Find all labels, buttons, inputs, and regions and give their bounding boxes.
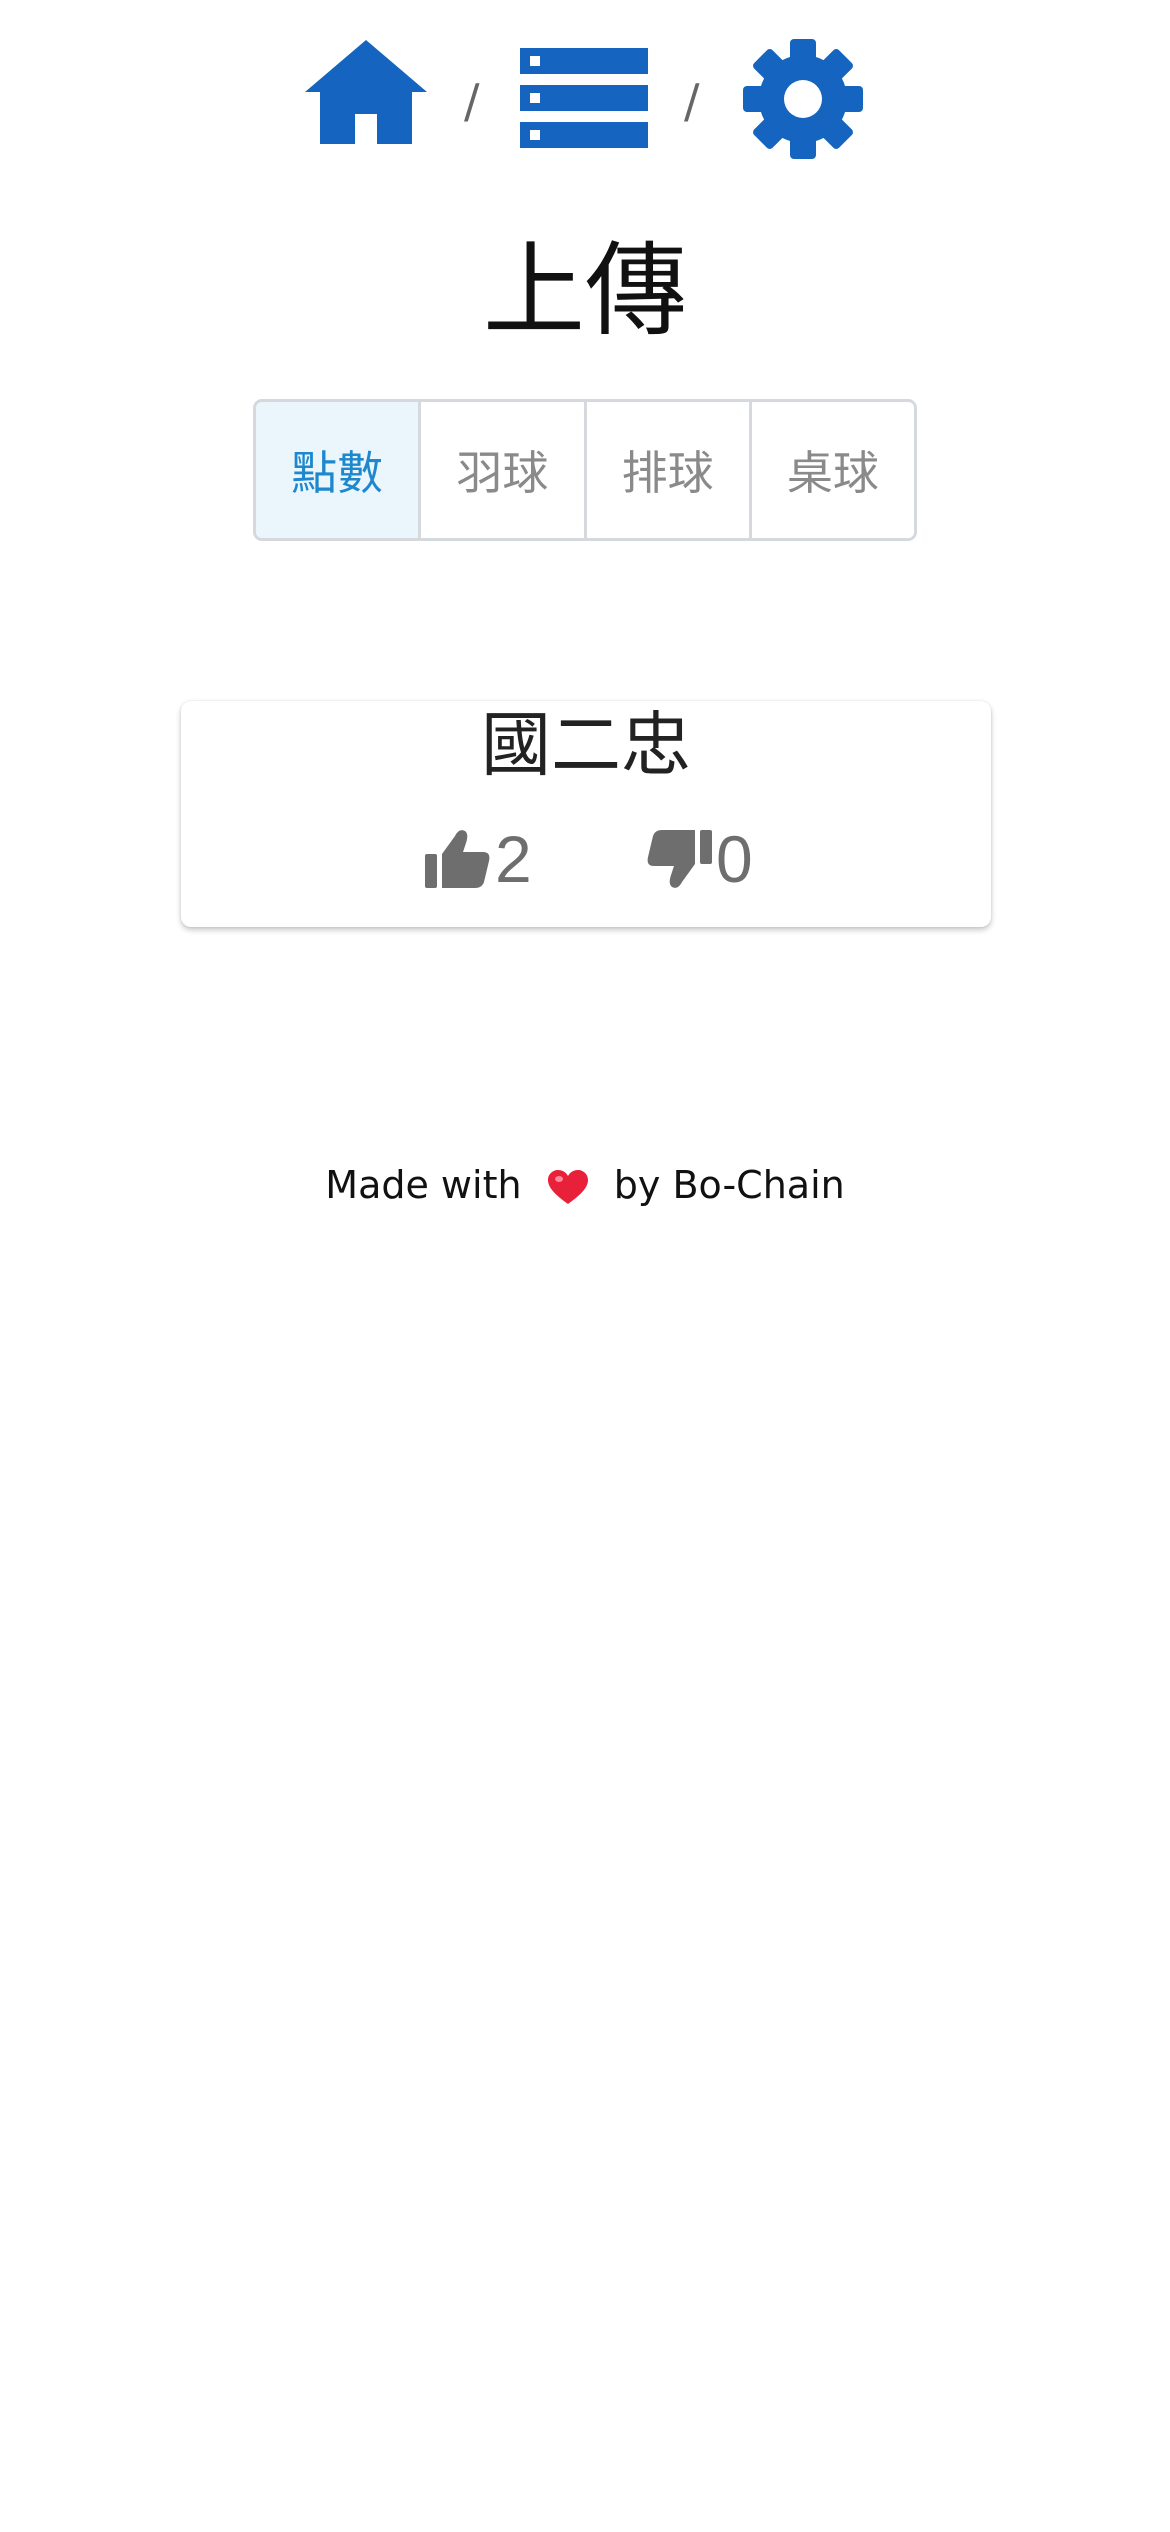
tab-badminton[interactable]: 羽球 xyxy=(421,402,587,538)
gear-icon[interactable] xyxy=(742,38,864,160)
list-icon[interactable] xyxy=(520,48,648,148)
heart-icon xyxy=(547,1169,588,1204)
footer-suffix: by Bo-Chain xyxy=(613,1163,845,1207)
top-nav: / / xyxy=(0,38,1170,162)
tab-points[interactable]: 點數 xyxy=(256,402,422,538)
thumbs-up-icon xyxy=(425,830,490,888)
footer: Made with by Bo-Chain xyxy=(0,1160,1170,1210)
class-name: 國二忠 xyxy=(481,704,691,786)
class-card: 國二忠 2 0 xyxy=(181,701,991,927)
like-count: 2 xyxy=(495,822,532,896)
tab-table-tennis[interactable]: 桌球 xyxy=(751,402,914,538)
sport-tabs: 點數 羽球 排球 桌球 xyxy=(253,399,917,541)
page-title: 上傳 xyxy=(483,232,687,351)
thumbs-down-icon xyxy=(647,830,712,888)
dislike-count: 0 xyxy=(716,822,753,896)
nav-separator: / xyxy=(464,74,480,128)
footer-prefix: Made with xyxy=(325,1163,522,1207)
dislike-button[interactable]: 0 xyxy=(646,819,753,899)
nav-separator: / xyxy=(684,74,700,128)
home-icon[interactable] xyxy=(303,38,429,146)
tab-volleyball[interactable]: 排球 xyxy=(586,402,752,538)
like-button[interactable]: 2 xyxy=(425,819,532,899)
